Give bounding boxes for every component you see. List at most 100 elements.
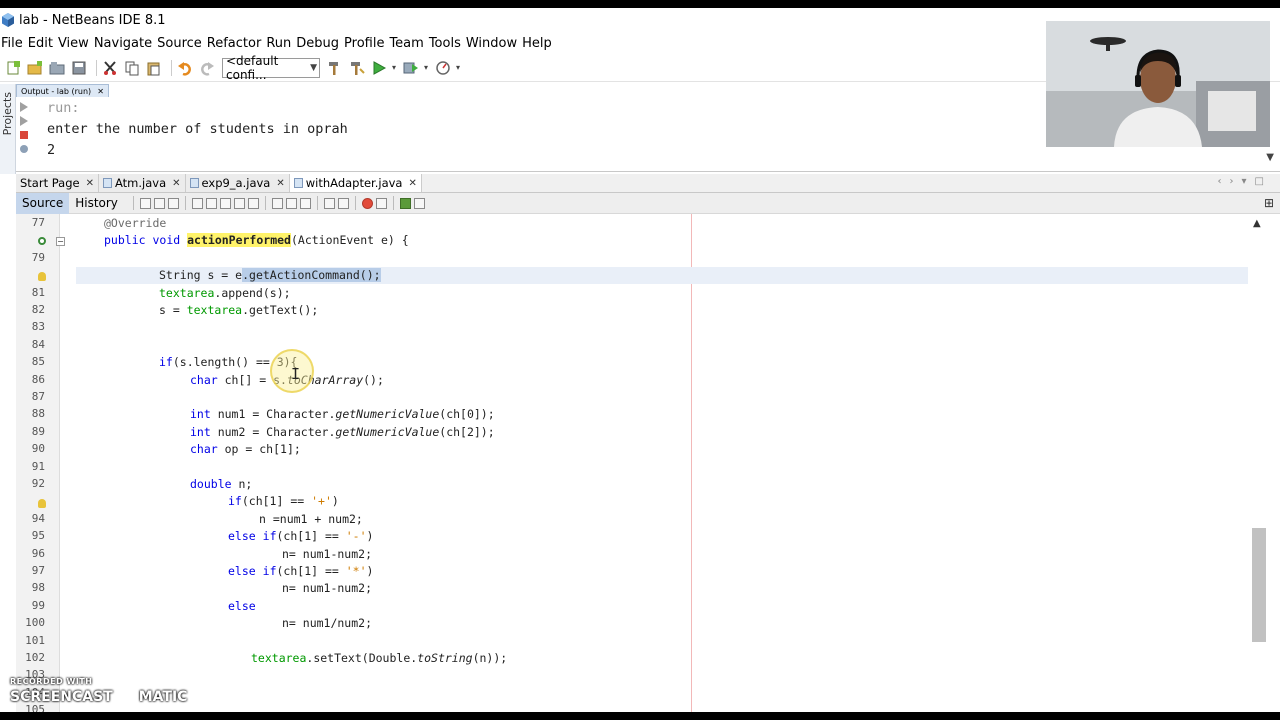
watermark-brand-right: MATIC bbox=[138, 689, 188, 705]
split-editor-icon[interactable]: ⊞ bbox=[1264, 196, 1274, 210]
projects-side-tab[interactable]: Projects bbox=[1, 92, 15, 135]
menu-profile[interactable]: Profile bbox=[343, 36, 387, 51]
rerun-icon[interactable] bbox=[19, 101, 29, 112]
history-view-button[interactable]: History bbox=[69, 193, 124, 214]
code-line[interactable]: n= num1/num2; bbox=[282, 616, 372, 630]
code-line[interactable]: String s = e.getActionCommand(); bbox=[159, 268, 381, 283]
code-line[interactable]: int num1 = Character.getNumericValue(ch[… bbox=[190, 407, 495, 421]
code-editor[interactable]: 77 @Override public void actionPerformed(A… bbox=[16, 214, 1280, 712]
stop-macro-icon[interactable] bbox=[375, 197, 387, 209]
code-line[interactable]: char op = ch[1]; bbox=[190, 442, 301, 456]
shift-right-icon[interactable] bbox=[337, 197, 349, 209]
output-tab[interactable]: Output - lab (run) ✕ bbox=[16, 84, 109, 97]
undo-icon[interactable] bbox=[176, 59, 194, 77]
scroll-up-icon[interactable]: ▲ bbox=[1253, 218, 1261, 229]
run-dropdown-icon[interactable]: ▾ bbox=[392, 63, 396, 72]
code-line[interactable]: else if(ch[1] == '*') bbox=[228, 564, 373, 578]
fold-toggle-icon[interactable]: − bbox=[56, 237, 65, 246]
fold-column bbox=[60, 214, 76, 712]
close-icon[interactable]: ✕ bbox=[276, 178, 284, 189]
code-line[interactable]: textarea.setText(Double.toString(n)); bbox=[251, 651, 507, 665]
last-edit-icon[interactable] bbox=[139, 197, 151, 209]
tab-exp9-a-java[interactable]: exp9_a.java ✕ bbox=[185, 174, 290, 192]
menu-team[interactable]: Team bbox=[388, 36, 426, 51]
profile-dropdown-icon[interactable]: ▾ bbox=[456, 63, 460, 72]
output-console-text[interactable]: run: enter the number of students in opra… bbox=[47, 98, 348, 161]
hint-bulb-icon[interactable] bbox=[38, 499, 46, 508]
editor-scrollbar[interactable]: ▲ bbox=[1250, 214, 1266, 712]
debug-dropdown-icon[interactable]: ▾ bbox=[424, 63, 428, 72]
tab-navigation-icons[interactable]: ‹›▾□ bbox=[1218, 176, 1272, 187]
scrollbar-thumb[interactable] bbox=[1252, 528, 1266, 642]
cut-icon[interactable] bbox=[101, 59, 119, 77]
menu-tools[interactable]: Tools bbox=[428, 36, 464, 51]
code-line[interactable]: else bbox=[228, 599, 256, 613]
menu-run[interactable]: Run bbox=[265, 36, 294, 51]
debug-project-icon[interactable] bbox=[402, 59, 420, 77]
code-line[interactable]: public void actionPerformed(ActionEvent … bbox=[104, 233, 409, 248]
clean-build-icon[interactable] bbox=[348, 59, 366, 77]
rerun-with-options-icon[interactable] bbox=[19, 115, 29, 126]
code-line[interactable]: double n; bbox=[190, 477, 252, 491]
find-previous-icon[interactable] bbox=[205, 197, 217, 209]
code-line[interactable]: int num2 = Character.getNumericValue(ch[… bbox=[190, 425, 495, 439]
line-number: 83 bbox=[31, 320, 45, 334]
output-tab-label: Output - lab (run) bbox=[21, 86, 92, 96]
toggle-selection-icon[interactable] bbox=[247, 197, 259, 209]
open-project-icon[interactable] bbox=[48, 59, 66, 77]
new-file-icon[interactable] bbox=[4, 59, 22, 77]
new-project-icon[interactable] bbox=[26, 59, 44, 77]
menu-debug[interactable]: Debug bbox=[295, 36, 342, 51]
code-line[interactable]: n =num1 + num2; bbox=[259, 512, 363, 526]
source-view-button[interactable]: Source bbox=[16, 192, 70, 214]
start-macro-icon[interactable] bbox=[361, 197, 373, 209]
chevron-down-icon[interactable]: ▼ bbox=[1266, 152, 1274, 163]
menu-help[interactable]: Help bbox=[521, 36, 555, 51]
find-selection-icon[interactable] bbox=[191, 197, 203, 209]
run-project-icon[interactable] bbox=[370, 59, 388, 77]
shift-left-icon[interactable] bbox=[323, 197, 335, 209]
build-hammer-icon[interactable] bbox=[326, 59, 344, 77]
copy-icon[interactable] bbox=[123, 59, 141, 77]
back-icon[interactable] bbox=[153, 197, 165, 209]
code-line[interactable]: if(ch[1] == '+') bbox=[228, 494, 339, 508]
tab-withadapter-java[interactable]: withAdapter.java ✕ bbox=[289, 174, 422, 192]
configuration-select[interactable]: <default confi... ▼ bbox=[222, 54, 320, 82]
code-line[interactable]: n= num1-num2; bbox=[282, 547, 372, 561]
toggle-bookmark-icon[interactable] bbox=[299, 197, 311, 209]
next-bookmark-icon[interactable] bbox=[285, 197, 297, 209]
code-line[interactable]: @Override bbox=[104, 216, 166, 230]
code-line[interactable]: n= num1-num2; bbox=[282, 581, 372, 595]
close-icon[interactable]: ✕ bbox=[172, 178, 180, 189]
close-icon[interactable]: ✕ bbox=[86, 178, 94, 189]
override-marker-icon[interactable] bbox=[38, 237, 46, 245]
toggle-highlight-icon[interactable] bbox=[233, 197, 245, 209]
menu-file[interactable]: File bbox=[0, 36, 26, 51]
menu-edit[interactable]: Edit bbox=[27, 36, 56, 51]
code-line[interactable]: s = textarea.getText(); bbox=[159, 303, 318, 317]
stop-icon[interactable] bbox=[19, 129, 29, 139]
output-line: run: bbox=[47, 100, 80, 116]
prev-bookmark-icon[interactable] bbox=[271, 197, 283, 209]
paste-icon[interactable] bbox=[145, 59, 163, 77]
menu-source[interactable]: Source bbox=[156, 36, 205, 51]
uncomment-icon[interactable] bbox=[413, 197, 425, 209]
tab-start-page[interactable]: Start Page ✕ bbox=[16, 174, 99, 192]
tab-atm-java[interactable]: Atm.java ✕ bbox=[98, 174, 186, 192]
close-icon[interactable]: ✕ bbox=[97, 87, 104, 96]
profile-project-icon[interactable] bbox=[434, 59, 452, 77]
menu-view[interactable]: View bbox=[57, 36, 92, 51]
hint-bulb-icon[interactable] bbox=[38, 272, 46, 281]
code-line[interactable]: else if(ch[1] == '-') bbox=[228, 529, 373, 543]
forward-icon[interactable] bbox=[167, 197, 179, 209]
menu-navigate[interactable]: Navigate bbox=[93, 36, 155, 51]
save-all-icon[interactable] bbox=[70, 59, 88, 77]
code-line[interactable]: textarea.append(s); bbox=[159, 286, 291, 300]
menu-window[interactable]: Window bbox=[465, 36, 520, 51]
comment-icon[interactable] bbox=[399, 197, 411, 209]
close-icon[interactable]: ✕ bbox=[408, 178, 416, 189]
find-next-icon[interactable] bbox=[219, 197, 231, 209]
settings-icon[interactable] bbox=[19, 143, 29, 153]
menu-refactor[interactable]: Refactor bbox=[206, 36, 265, 51]
redo-icon[interactable] bbox=[198, 59, 216, 77]
